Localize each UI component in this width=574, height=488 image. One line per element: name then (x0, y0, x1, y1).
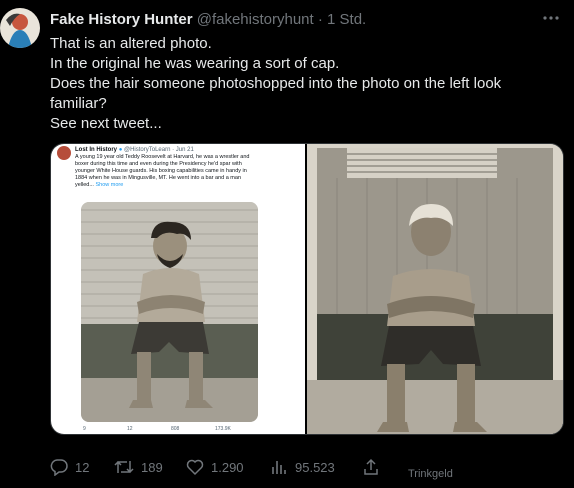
tip-button[interactable]: Trinkgeld (408, 468, 453, 480)
embedded-actions: 9 12 808 173.9K (75, 426, 295, 434)
reply-icon (50, 459, 68, 476)
views-button[interactable]: 95.523 (270, 456, 335, 478)
embedded-header: Lost In History ● @HistoryToLearn · Jun … (75, 146, 194, 154)
repost-count: 189 (141, 459, 163, 475)
embedded-separator: · (172, 147, 175, 153)
embedded-show-more-link: Show more (95, 182, 124, 188)
embedded-text-line: A young 19 year old Teddy Roosevelt at H… (75, 154, 250, 160)
share-button[interactable] (362, 456, 380, 478)
repost-icon (114, 460, 134, 474)
tweet-text-line: See next tweet... (50, 115, 162, 132)
views-icon (272, 461, 286, 474)
timestamp[interactable]: 1 Std. (327, 11, 366, 28)
original-photo[interactable] (307, 144, 563, 434)
embedded-text-line: boxer during this time and even during t… (75, 161, 242, 167)
embedded-reply-count: 9 (83, 426, 86, 432)
embedded-last-line: yelled... (75, 182, 96, 188)
avatar[interactable] (0, 8, 40, 48)
heart-icon (186, 459, 204, 476)
embedded-text: A young 19 year old Teddy Roosevelt at H… (75, 154, 295, 189)
reply-count: 12 (75, 459, 90, 475)
view-count: 95.523 (295, 459, 335, 475)
tweet-text-line: Does the hair someone photoshopped into … (50, 75, 502, 92)
avatar-image (0, 8, 40, 48)
embedded-text-line: 1884 when he was in Mingusville, MT. He … (75, 175, 242, 181)
embedded-view-count: 173.9K (215, 426, 231, 432)
verified-icon: ● (118, 147, 123, 153)
embedded-time: Jun 21 (175, 147, 194, 153)
tweet-text-line: familiar? (50, 95, 107, 112)
separator-dot: · (313, 11, 328, 28)
embedded-text-line: yelled... Show more (75, 182, 295, 189)
author-name[interactable]: Fake History Hunter (50, 11, 193, 28)
embedded-like-count: 808 (171, 426, 180, 432)
media-container[interactable]: Lost In History ● @HistoryToLearn · Jun … (50, 143, 564, 435)
embedded-tweet-screenshot[interactable]: Lost In History ● @HistoryToLearn · Jun … (51, 144, 305, 434)
embedded-repost-count: 12 (127, 426, 133, 432)
share-icon (364, 458, 378, 475)
tweet-text-line: That is an altered photo. (50, 35, 212, 52)
like-count: 1.290 (211, 459, 244, 475)
more-options-icon[interactable] (540, 8, 562, 28)
reply-button[interactable]: 12 (50, 456, 89, 478)
altered-photo (81, 202, 258, 422)
embedded-author-handle: @HistoryToLearn (123, 147, 171, 153)
repost-button[interactable]: 189 (114, 456, 163, 478)
embedded-avatar (57, 146, 71, 160)
tweet-header: Fake History Hunter @fakehistoryhunt · 1… (50, 11, 366, 29)
like-button[interactable]: 1.290 (186, 456, 244, 478)
embedded-text-line: younger White House guards. His boxing c… (75, 168, 247, 174)
tweet-text-line: In the original he was wearing a sort of… (50, 55, 340, 72)
embedded-author-name: Lost In History (75, 147, 118, 153)
tweet-text: That is an altered photo. In the origina… (50, 34, 550, 134)
tweet-actions: 12 189 1.290 95.523 (50, 456, 530, 478)
author-handle[interactable]: @fakehistoryhunt (197, 11, 314, 28)
